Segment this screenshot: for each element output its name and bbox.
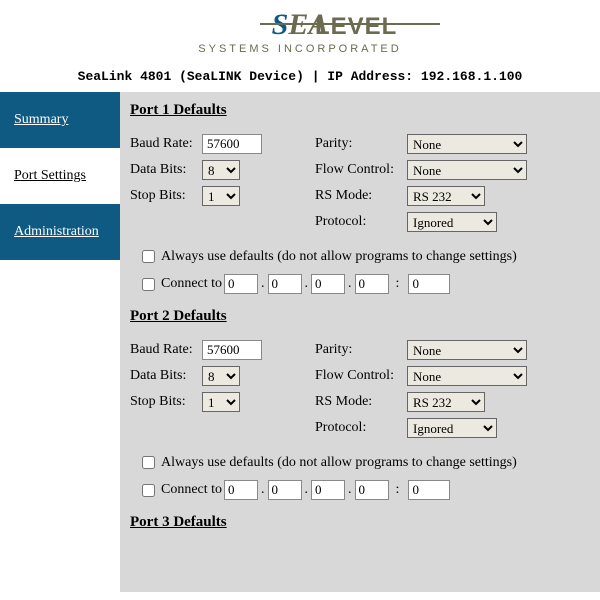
label-protocol: Protocol: xyxy=(315,420,407,436)
svg-text:SYSTEMS INCORPORATED: SYSTEMS INCORPORATED xyxy=(198,43,401,55)
parity-select[interactable]: None xyxy=(407,134,527,154)
label-flow-control: Flow Control: xyxy=(315,162,407,178)
port-1-heading: Port 1 Defaults xyxy=(130,102,590,119)
label-rs-mode: RS Mode: xyxy=(315,394,407,410)
label-stop-bits: Stop Bits: xyxy=(130,394,202,410)
port-1-block: Port 1 Defaults Baud Rate: Data Bits: 8 … xyxy=(130,102,590,294)
ip-port[interactable] xyxy=(408,480,450,500)
sidebar-item-label: Summary xyxy=(14,112,68,128)
rs-mode-select[interactable]: RS 232 xyxy=(407,392,485,412)
label-data-bits: Data Bits: xyxy=(130,368,202,384)
stop-bits-select[interactable]: 1 xyxy=(202,186,240,206)
brand-logo: SEA LEVEL SYSTEMS INCORPORATED xyxy=(150,6,450,63)
connect-to-label: Connect to xyxy=(161,482,222,498)
label-parity: Parity: xyxy=(315,342,407,358)
rs-mode-select[interactable]: RS 232 xyxy=(407,186,485,206)
sidebar-item-port-settings[interactable]: Port Settings xyxy=(0,148,120,204)
label-rs-mode: RS Mode: xyxy=(315,188,407,204)
baud-rate-input[interactable] xyxy=(202,134,262,154)
flow-control-select[interactable]: None xyxy=(407,160,527,180)
label-baud-rate: Baud Rate: xyxy=(130,136,202,152)
sidebar-item-label: Port Settings xyxy=(14,168,86,184)
sidebar-item-summary[interactable]: Summary xyxy=(0,92,120,148)
svg-text:LEVEL: LEVEL xyxy=(315,13,397,40)
ip-octet-1[interactable] xyxy=(224,274,258,294)
baud-rate-input[interactable] xyxy=(202,340,262,360)
device-info-line: SeaLink 4801 (SeaLINK Device) | IP Addre… xyxy=(0,63,600,92)
parity-select[interactable]: None xyxy=(407,340,527,360)
stop-bits-select[interactable]: 1 xyxy=(202,392,240,412)
sidebar-item-administration[interactable]: Administration xyxy=(0,204,120,260)
ip-octet-3[interactable] xyxy=(311,480,345,500)
ip-octet-2[interactable] xyxy=(268,480,302,500)
label-data-bits: Data Bits: xyxy=(130,162,202,178)
ip-port[interactable] xyxy=(408,274,450,294)
ip-octet-1[interactable] xyxy=(224,480,258,500)
protocol-select[interactable]: Ignored xyxy=(407,212,497,232)
protocol-select[interactable]: Ignored xyxy=(407,418,497,438)
main-panel: Port 1 Defaults Baud Rate: Data Bits: 8 … xyxy=(120,92,600,592)
always-defaults-label: Always use defaults (do not allow progra… xyxy=(161,455,517,471)
port-3-heading: Port 3 Defaults xyxy=(130,514,590,531)
label-flow-control: Flow Control: xyxy=(315,368,407,384)
always-defaults-checkbox[interactable] xyxy=(142,456,155,469)
connect-to-label: Connect to xyxy=(161,276,222,292)
label-baud-rate: Baud Rate: xyxy=(130,342,202,358)
page-header: SEA LEVEL SYSTEMS INCORPORATED SeaLink 4… xyxy=(0,0,600,92)
data-bits-select[interactable]: 8 xyxy=(202,160,240,180)
port-2-block: Port 2 Defaults Baud Rate: Data Bits: 8 … xyxy=(130,308,590,500)
ip-octet-4[interactable] xyxy=(355,274,389,294)
ip-octet-3[interactable] xyxy=(311,274,345,294)
label-protocol: Protocol: xyxy=(315,214,407,230)
sidebar-item-label: Administration xyxy=(14,224,99,240)
sidebar-nav: Summary Port Settings Administration xyxy=(0,92,120,260)
always-defaults-checkbox[interactable] xyxy=(142,250,155,263)
port-2-heading: Port 2 Defaults xyxy=(130,308,590,325)
label-stop-bits: Stop Bits: xyxy=(130,188,202,204)
ip-octet-2[interactable] xyxy=(268,274,302,294)
label-parity: Parity: xyxy=(315,136,407,152)
ip-octet-4[interactable] xyxy=(355,480,389,500)
connect-to-checkbox[interactable] xyxy=(142,484,155,497)
flow-control-select[interactable]: None xyxy=(407,366,527,386)
always-defaults-label: Always use defaults (do not allow progra… xyxy=(161,249,517,265)
connect-to-checkbox[interactable] xyxy=(142,278,155,291)
data-bits-select[interactable]: 8 xyxy=(202,366,240,386)
